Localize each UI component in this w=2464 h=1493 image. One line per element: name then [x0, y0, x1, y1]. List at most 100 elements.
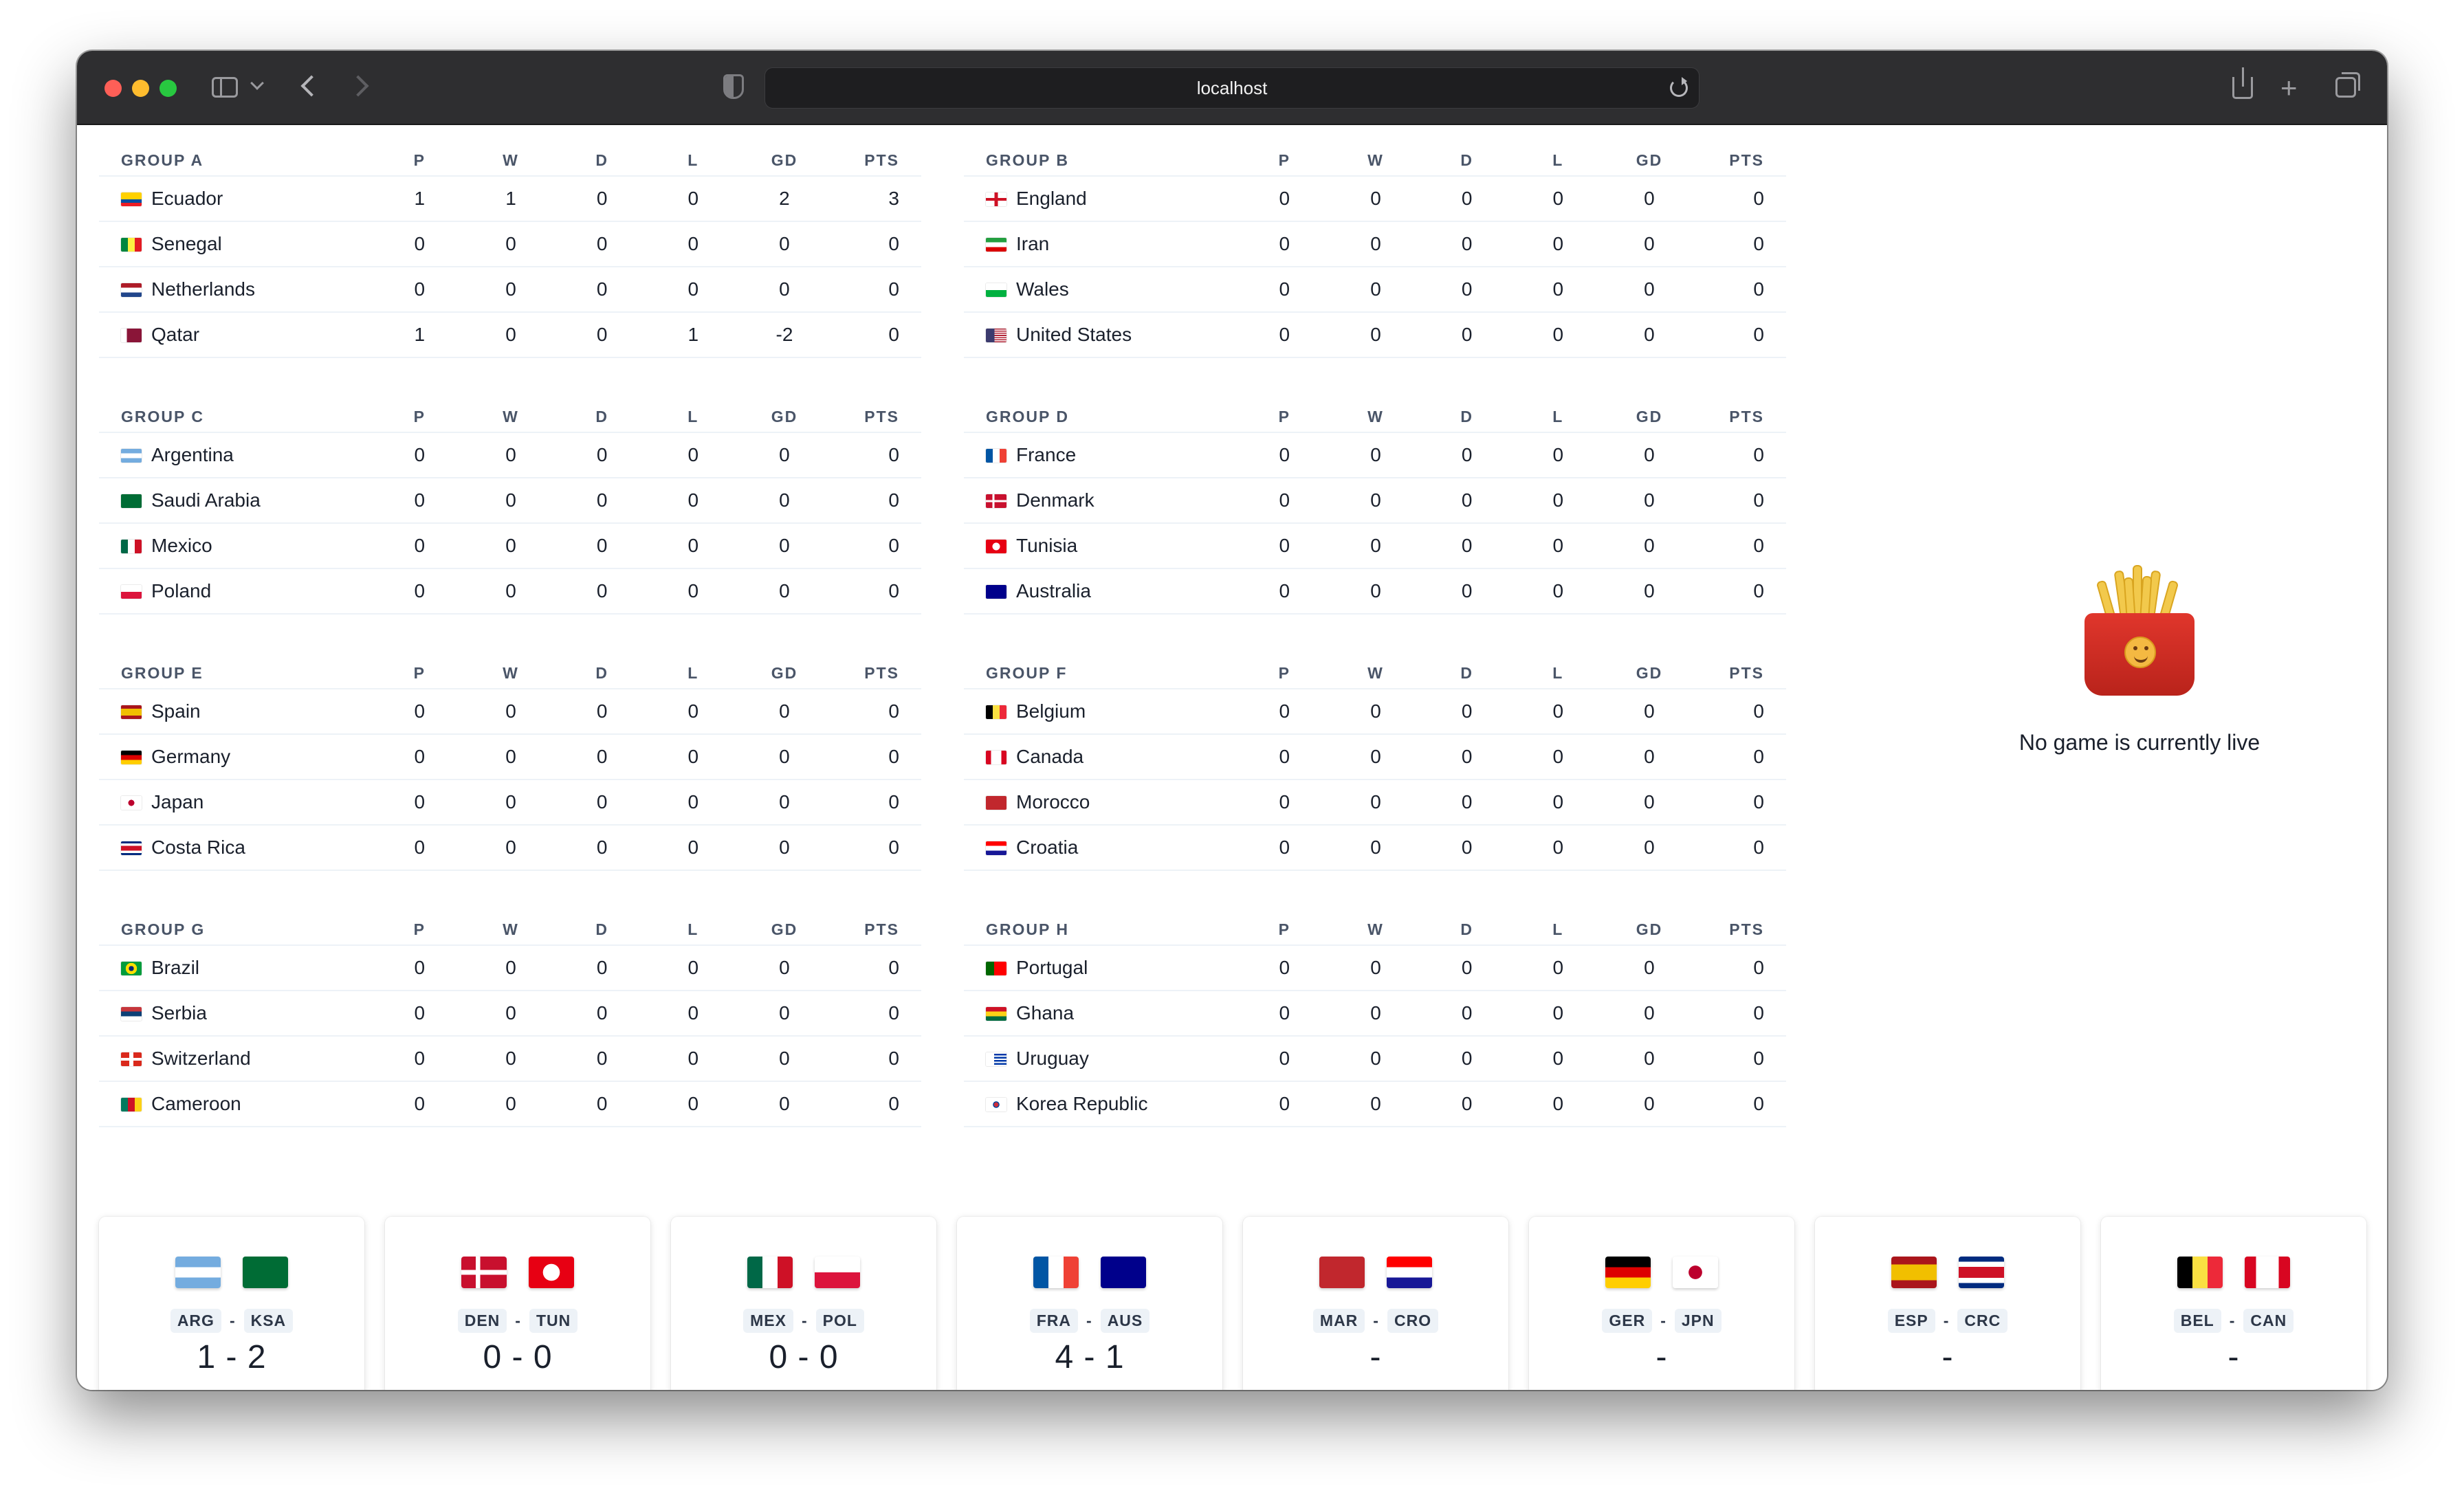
- back-arrow-icon[interactable]: [300, 75, 322, 97]
- column-header-w: W: [465, 915, 557, 946]
- live-game-panel: No game is currently live: [1830, 565, 2387, 755]
- team-cell: Croatia: [964, 825, 1239, 871]
- team-row[interactable]: Canada 0 0 0 0 0 0: [964, 734, 1786, 780]
- team-name: England: [1016, 188, 1087, 209]
- team-row[interactable]: Argentina 0 0 0 0 0 0: [99, 432, 921, 478]
- team-row[interactable]: Iran 0 0 0 0 0 0: [964, 221, 1786, 267]
- column-header-d: D: [1421, 402, 1512, 433]
- chevron-down-icon[interactable]: [250, 76, 264, 90]
- match-card[interactable]: FRA-AUS 4 - 1 4 hours ago: [957, 1217, 1222, 1390]
- team-row[interactable]: Spain 0 0 0 0 0 0: [99, 689, 921, 735]
- group-name: GROUP C: [99, 402, 374, 433]
- team-row[interactable]: Serbia 0 0 0 0 0 0: [99, 991, 921, 1037]
- reload-icon[interactable]: [1670, 77, 1688, 97]
- stat-w: 0: [1330, 1081, 1422, 1127]
- stat-p: 0: [1239, 991, 1330, 1037]
- tab-overview-icon[interactable]: [2335, 72, 2360, 98]
- match-card[interactable]: ESP-CRC-in 16 hours: [1815, 1217, 2080, 1390]
- team-row[interactable]: Switzerland 0 0 0 0 0 0: [99, 1036, 921, 1082]
- team-row[interactable]: Australia 0 0 0 0 0 0: [964, 568, 1786, 615]
- team-row[interactable]: United States 0 0 0 0 0 0: [964, 312, 1786, 358]
- flag-icon: [986, 238, 1006, 252]
- flag-icon: [986, 585, 1006, 599]
- flag-icon: [121, 329, 142, 342]
- stat-p: 0: [374, 689, 465, 735]
- team-row[interactable]: Denmark 0 0 0 0 0 0: [964, 478, 1786, 524]
- stat-pts: 0: [1695, 1081, 1786, 1127]
- stat-w: 0: [465, 825, 557, 871]
- team-row[interactable]: England 0 0 0 0 0 0: [964, 176, 1786, 222]
- french-fries-icon: [2078, 565, 2201, 696]
- team-row[interactable]: France 0 0 0 0 0 0: [964, 432, 1786, 478]
- match-score: -: [2228, 1339, 2240, 1375]
- team-cell: Morocco: [964, 779, 1239, 826]
- team-row[interactable]: Netherlands 0 0 0 0 0 0: [99, 267, 921, 313]
- team-row[interactable]: Croatia 0 0 0 0 0 0: [964, 825, 1786, 871]
- team-row[interactable]: Uruguay 0 0 0 0 0 0: [964, 1036, 1786, 1082]
- match-card[interactable]: ARG-KSA 1 - 2 13 hours ago: [99, 1217, 364, 1390]
- minimize-window-button[interactable]: [132, 80, 149, 97]
- column-header-l: L: [1512, 402, 1604, 433]
- team-row[interactable]: Japan 0 0 0 0 0 0: [99, 779, 921, 826]
- stat-w: 0: [465, 568, 557, 615]
- new-tab-icon[interactable]: +: [2280, 74, 2298, 102]
- match-card[interactable]: MAR-CRO-in 10 hours: [1243, 1217, 1508, 1390]
- match-card[interactable]: GER-JPN-in 13 hours: [1529, 1217, 1794, 1390]
- stat-d: 0: [1421, 432, 1512, 478]
- team-row[interactable]: Ghana 0 0 0 0 0 0: [964, 991, 1786, 1037]
- home-flag-icon: [1033, 1257, 1079, 1288]
- address-bar[interactable]: localhost: [764, 67, 1700, 109]
- team-row[interactable]: Saudi Arabia 0 0 0 0 0 0: [99, 478, 921, 524]
- stat-pts: 0: [830, 991, 921, 1037]
- team-name: Wales: [1016, 278, 1069, 300]
- team-row[interactable]: Cameroon 0 0 0 0 0 0: [99, 1081, 921, 1127]
- column-header-gd: GD: [1603, 402, 1695, 433]
- match-card[interactable]: BEL-CAN-in 19 hours: [2101, 1217, 2366, 1390]
- stat-p: 0: [374, 945, 465, 991]
- team-row[interactable]: Ecuador 1 1 0 0 2 3: [99, 176, 921, 222]
- team-row[interactable]: Morocco 0 0 0 0 0 0: [964, 779, 1786, 826]
- stat-d: 0: [556, 991, 648, 1037]
- team-name: Ghana: [1016, 1002, 1075, 1024]
- away-flag-icon: [815, 1257, 860, 1288]
- sidebar-toggle-icon[interactable]: [212, 77, 238, 98]
- team-row[interactable]: Brazil 0 0 0 0 0 0: [99, 945, 921, 991]
- team-row[interactable]: Mexico 0 0 0 0 0 0: [99, 523, 921, 569]
- group-table: GROUP C P W D L GD PTS Argentina 0 0 0 0 0 0 Saudi Ara…: [99, 402, 921, 615]
- stat-l: 0: [647, 1036, 739, 1082]
- stat-l: 0: [1512, 689, 1604, 735]
- team-row[interactable]: Germany 0 0 0 0 0 0: [99, 734, 921, 780]
- team-row[interactable]: Tunisia 0 0 0 0 0 0: [964, 523, 1786, 569]
- home-code: MEX: [743, 1309, 793, 1333]
- forward-arrow-icon[interactable]: [347, 75, 369, 97]
- stat-gd: 0: [738, 478, 830, 524]
- column-header-p: P: [1239, 915, 1330, 946]
- team-row[interactable]: Portugal 0 0 0 0 0 0: [964, 945, 1786, 991]
- home-code: ARG: [170, 1309, 221, 1333]
- team-row[interactable]: Korea Republic 0 0 0 0 0 0: [964, 1081, 1786, 1127]
- flag-icon: [986, 962, 1006, 975]
- stat-gd: 0: [1603, 825, 1695, 871]
- stat-pts: 0: [830, 1081, 921, 1127]
- stat-pts: 0: [1695, 267, 1786, 313]
- match-card[interactable]: MEX-POL 0 - 0 7 hours ago: [671, 1217, 936, 1390]
- zoom-window-button[interactable]: [160, 80, 177, 97]
- team-row[interactable]: Poland 0 0 0 0 0 0: [99, 568, 921, 615]
- team-row[interactable]: Wales 0 0 0 0 0 0: [964, 267, 1786, 313]
- flag-icon: [121, 962, 142, 975]
- stat-l: 0: [1512, 1081, 1604, 1127]
- share-icon[interactable]: [2232, 67, 2253, 99]
- team-row[interactable]: Senegal 0 0 0 0 0 0: [99, 221, 921, 267]
- team-row[interactable]: Costa Rica 0 0 0 0 0 0: [99, 825, 921, 871]
- close-window-button[interactable]: [104, 80, 122, 97]
- stat-gd: 0: [1603, 176, 1695, 222]
- team-row[interactable]: Belgium 0 0 0 0 0 0: [964, 689, 1786, 735]
- stat-l: 0: [1512, 478, 1604, 524]
- match-card[interactable]: DEN-TUN 0 - 0 10 hours ago: [385, 1217, 650, 1390]
- away-flag-icon: [2245, 1257, 2290, 1288]
- column-header-p: P: [374, 659, 465, 689]
- header-row: GROUP F P W D L GD PTS: [964, 659, 1786, 689]
- team-row[interactable]: Qatar 1 0 0 1 -2 0: [99, 312, 921, 358]
- privacy-shield-icon[interactable]: [723, 74, 744, 99]
- column-header-w: W: [1330, 659, 1422, 689]
